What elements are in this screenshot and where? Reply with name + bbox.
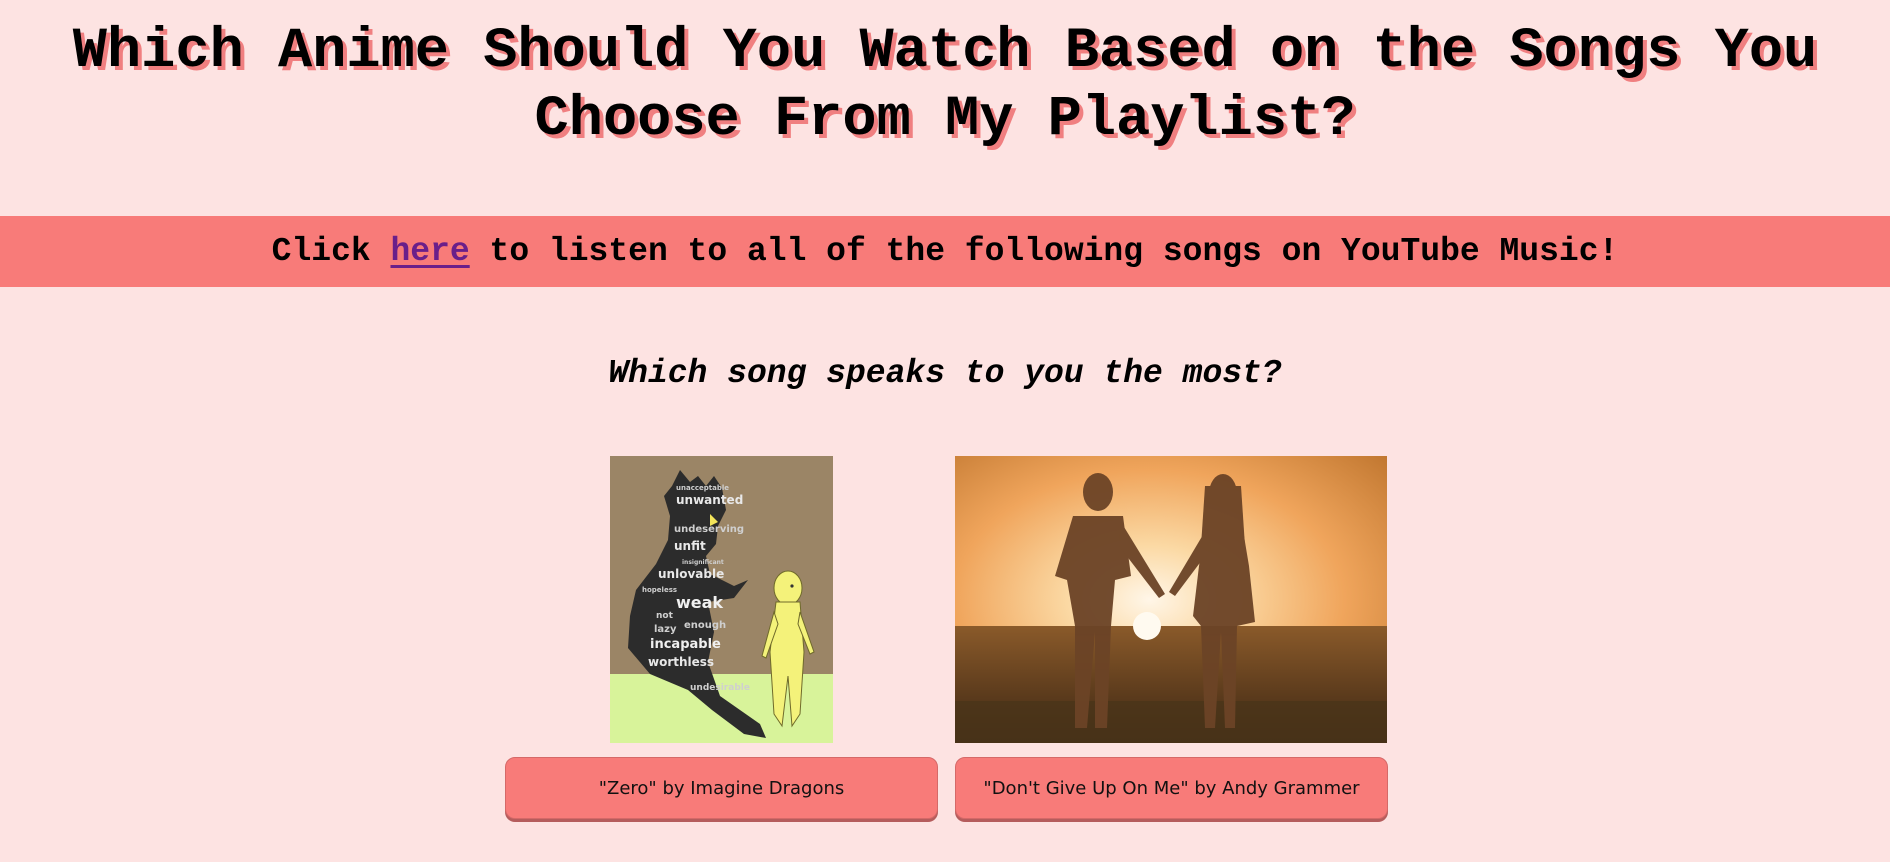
question-heading: Which song speaks to you the most? (608, 355, 1282, 392)
svg-text:enough: enough (684, 620, 726, 631)
zero-illustration-image: unacceptable unwanted undeserving unfit … (610, 456, 833, 743)
couple-sunset-photo (955, 456, 1387, 743)
svg-text:unlovable: unlovable (658, 567, 724, 581)
svg-text:unwanted: unwanted (676, 493, 743, 507)
svg-text:undesirable: undesirable (690, 683, 750, 693)
page-title: Which Anime Should You Watch Based on th… (72, 20, 1818, 152)
youtube-music-banner: Click here to listen to all of the follo… (0, 216, 1890, 287)
banner-prefix: Click (271, 233, 391, 270)
svg-text:not: not (656, 611, 674, 621)
svg-text:insignificant: insignificant (682, 559, 724, 566)
playlist-link[interactable]: here (391, 233, 470, 270)
shadow-monster-illustration: unacceptable unwanted undeserving unfit … (610, 456, 833, 743)
svg-text:unfit: unfit (674, 539, 706, 553)
svg-text:undeserving: undeserving (674, 524, 744, 535)
choice-button-dont-give-up[interactable]: "Don't Give Up On Me" by Andy Grammer (955, 757, 1388, 819)
banner-suffix: to listen to all of the following songs … (469, 233, 1619, 270)
choice-button-zero[interactable]: "Zero" by Imagine Dragons (505, 757, 938, 819)
svg-text:hopeless: hopeless (642, 586, 677, 594)
couple-sunset-image (955, 456, 1387, 743)
svg-text:incapable: incapable (650, 637, 721, 652)
svg-text:weak: weak (676, 593, 723, 612)
svg-text:lazy: lazy (654, 624, 677, 635)
svg-text:unacceptable: unacceptable (676, 484, 729, 492)
svg-text:worthless: worthless (648, 655, 714, 669)
